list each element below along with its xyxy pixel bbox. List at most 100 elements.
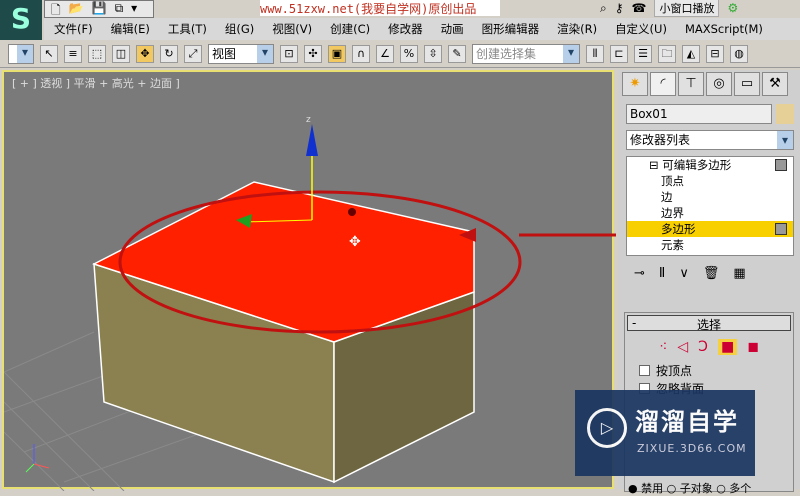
app-logo[interactable]: S: [0, 0, 42, 40]
stack-item-editable-poly[interactable]: ⊟ 可编辑多边形: [627, 157, 793, 173]
angle-snap-icon[interactable]: ∠: [376, 44, 394, 63]
main-toolbar: ↖ ≡ ⬚ ◫ ✥ ↻ ⤢ 视图 ⊡ ✣ ▣ ∩ ∠ % ⇳ ✎ 创建选择集 ⫴…: [0, 40, 800, 68]
menu-bar: 文件(F) 编辑(E) 工具(T) 组(G) 视图(V) 创建(C) 修改器 动…: [44, 18, 800, 40]
spinner-snap-icon[interactable]: ⇳: [424, 44, 442, 63]
save-icon[interactable]: 💾: [92, 1, 107, 17]
mirror-icon[interactable]: ⫴: [586, 44, 604, 63]
object-color-swatch[interactable]: [776, 104, 794, 124]
move-icon[interactable]: ✥: [136, 44, 154, 63]
element-mode-icon[interactable]: ◼: [747, 339, 759, 355]
modify-tab-icon[interactable]: ◜: [650, 72, 676, 96]
polygon-mode-icon[interactable]: ■: [717, 339, 738, 355]
mini-window-play-button[interactable]: 小窗口播放: [654, 0, 720, 17]
checkbox-label: 按顶点: [656, 363, 693, 378]
menu-group[interactable]: 组(G): [225, 21, 254, 37]
open-file-icon[interactable]: 📂: [69, 1, 84, 17]
menu-maxscript[interactable]: MAXScript(M): [685, 22, 763, 36]
stack-item-toggle[interactable]: [775, 159, 787, 171]
menu-modifiers[interactable]: 修改器: [388, 21, 423, 37]
project-icon[interactable]: ⧉: [115, 1, 124, 17]
menu-file[interactable]: 文件(F): [54, 21, 93, 37]
utilities-tab-icon[interactable]: ⚒: [762, 72, 788, 96]
percent-snap-icon[interactable]: %: [400, 44, 418, 63]
curve-editor-icon[interactable]: ◭: [682, 44, 700, 63]
menu-tools[interactable]: 工具(T): [168, 21, 207, 37]
rotate-icon[interactable]: ↻: [160, 44, 178, 63]
menu-rendering[interactable]: 渲染(R): [557, 21, 597, 37]
rollout-title: 选择: [696, 318, 721, 332]
preview-selection-radios: ● 禁用 ○ 子对象 ○ 多个: [628, 482, 752, 495]
window-crossing-icon[interactable]: ◫: [112, 44, 130, 63]
collapse-icon[interactable]: -: [632, 316, 636, 330]
menu-graph-editors[interactable]: 图形编辑器: [482, 21, 540, 37]
stack-item-toggle[interactable]: [775, 223, 787, 235]
watermark-url: ZIXUE.3D66.COM: [637, 442, 747, 455]
selection-filter-dropdown[interactable]: [8, 43, 34, 64]
gizmo-z-label: z: [306, 115, 311, 125]
snap-icon[interactable]: ∩: [352, 44, 370, 63]
rect-selection-icon[interactable]: ⬚: [88, 44, 106, 63]
top-right-tools: ⌕ ⚷ ☎ 小窗口播放 ⚙: [600, 0, 800, 17]
edit-named-sets-icon[interactable]: ✎: [448, 44, 466, 63]
watermark-title: 溜溜自学: [635, 408, 739, 436]
menu-view[interactable]: 视图(V): [272, 21, 312, 37]
motion-tab-icon[interactable]: ◎: [706, 72, 732, 96]
stack-item-border[interactable]: 边界: [627, 205, 793, 221]
configure-sets-icon[interactable]: ▦: [733, 266, 745, 286]
select-by-name-icon[interactable]: ≡: [64, 44, 82, 63]
gear-icon[interactable]: ⚙: [727, 1, 738, 15]
reference-coord-dropdown[interactable]: 视图: [208, 43, 274, 64]
scale-icon[interactable]: ⤢: [184, 44, 202, 63]
edge-mode-icon[interactable]: ◁: [677, 339, 688, 355]
show-end-result-icon[interactable]: Ⅱ: [659, 266, 665, 286]
key-icon[interactable]: ⚷: [615, 1, 624, 15]
command-panel-tabs: ✷ ◜ ⊤ ◎ ▭ ⚒: [618, 70, 800, 98]
select-object-icon[interactable]: ↖: [40, 44, 58, 63]
stack-item-element[interactable]: 元素: [627, 237, 793, 253]
rollout-header[interactable]: - 选择: [627, 315, 791, 332]
layer-manager-icon[interactable]: ☰: [634, 44, 652, 63]
display-tab-icon[interactable]: ▭: [734, 72, 760, 96]
border-mode-icon[interactable]: Ɔ: [698, 339, 708, 355]
move-cursor-icon: ✥: [349, 234, 361, 250]
subobject-buttons: ⁖ ◁ Ɔ ■ ◼: [625, 333, 793, 361]
stack-tools: ⊸ Ⅱ ∨ 🗑 ▦: [626, 266, 794, 286]
stack-item-vertex[interactable]: 顶点: [627, 173, 793, 189]
chevron-down-icon[interactable]: ▾: [131, 1, 137, 17]
modifier-stack: ⊟ 可编辑多边形 顶点 边 边界 多边形 元素: [626, 156, 794, 256]
menu-create[interactable]: 创建(C): [330, 21, 370, 37]
keyboard-shortcut-icon[interactable]: ▣: [328, 44, 346, 63]
menu-animation[interactable]: 动画: [441, 21, 464, 37]
by-vertex-checkbox[interactable]: 按顶点: [625, 361, 793, 379]
object-name-field[interactable]: Box01: [626, 104, 772, 124]
binoculars-icon[interactable]: ⌕: [600, 1, 607, 16]
manipulate-icon[interactable]: ✣: [304, 44, 322, 63]
align-icon[interactable]: ⊏: [610, 44, 628, 63]
remove-modifier-icon[interactable]: 🗑: [703, 266, 720, 286]
create-tab-icon[interactable]: ✷: [622, 72, 648, 96]
title-banner: www.51zxw.net(我要自学网)原创出品: [260, 0, 500, 16]
view-axis-tripod: [25, 444, 50, 473]
schematic-view-icon[interactable]: ⊟: [706, 44, 724, 63]
hierarchy-tab-icon[interactable]: ⊤: [678, 72, 704, 96]
pivot-icon[interactable]: ⊡: [280, 44, 298, 63]
satellite-icon[interactable]: ☎: [632, 1, 647, 15]
menu-edit[interactable]: 编辑(E): [111, 21, 150, 37]
make-unique-icon[interactable]: ∨: [679, 266, 689, 286]
stack-item-label: 可编辑多边形: [662, 158, 732, 172]
play-logo-icon: ▷: [587, 408, 627, 448]
material-editor-icon[interactable]: ◍: [730, 44, 748, 63]
viewport-scene: z ✥: [4, 115, 616, 491]
stack-item-label: 多边形: [661, 222, 696, 236]
pin-stack-icon[interactable]: ⊸: [634, 266, 645, 286]
stack-item-polygon[interactable]: 多边形: [627, 221, 793, 237]
menu-customize[interactable]: 自定义(U): [615, 21, 667, 37]
stack-item-edge[interactable]: 边: [627, 189, 793, 205]
perspective-viewport[interactable]: [ + ] 透视 ] 平滑 + 高光 + 边面 ] z ✥: [2, 70, 616, 491]
quick-access-toolbar: 🗋 📂 💾 ⧉ ▾: [44, 0, 154, 18]
new-file-icon[interactable]: 🗋: [51, 1, 61, 17]
vertex-mode-icon[interactable]: ⁖: [659, 339, 667, 355]
scene-explorer-icon[interactable]: 🗀: [658, 44, 676, 63]
named-selection-set-dropdown[interactable]: 创建选择集: [472, 43, 580, 64]
modifier-list-dropdown[interactable]: 修改器列表: [626, 130, 794, 150]
